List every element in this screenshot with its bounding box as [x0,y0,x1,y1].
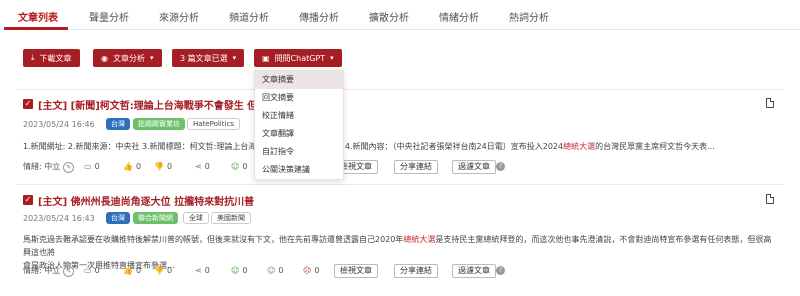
negative-count: 0 [314,266,320,275]
selected-label: 3 篇文章已選 [180,53,228,63]
comment-count: 0 [94,266,100,275]
menu-item-article-summary[interactable]: 文章摘要 [255,71,343,89]
neutral-count: 0 [278,266,284,275]
download-icon: ⤓ [31,53,35,62]
tab-hot-words-analysis[interactable]: 熱詞分析 [509,9,549,24]
menu-item-translate-article[interactable]: 文章翻譯 [255,125,343,143]
article-checkbox[interactable]: ✓ [23,99,33,109]
tag-subcategory: 美國新聞 [211,212,251,224]
comment-icon: ▭ [84,162,92,171]
like-count: 0 [135,162,142,171]
tag-category: 全球 [183,212,209,224]
article-stats-row: 情緒: 中立 ✎ ▭0 👍0 👎0 ⋖0 ☺0 ☺0 ☹0 檢視文章 分享連結 … [23,264,783,278]
chat-icon: ▣ [262,53,270,63]
like-icon: 👍 [123,162,133,171]
tag-board: HatePolitics [187,118,240,130]
view-article-button[interactable]: 檢視文章 [334,264,378,278]
edit-sentiment-icon[interactable]: ✎ [63,265,75,277]
dislike-icon: 👎 [154,162,164,171]
eye-icon: ◉ [101,53,108,63]
tab-diffusion-analysis[interactable]: 擴散分析 [369,9,409,24]
article-excerpt: 1.新聞網址: 2.新聞來源：中央社 3.新聞標題：柯文哲:理論上台海戰 爭 4.… [23,140,779,153]
document-icon[interactable] [766,98,774,108]
chatgpt-dropdown-menu: 文章摘要 回文摘要 校正情緒 文章翻譯 自訂指令 公關決策建議 [254,70,344,180]
tab-bar: 文章列表 聲量分析 來源分析 頻道分析 傳播分析 擴散分析 情緒分析 熱詞分析 [0,0,800,30]
share-icon: ⋖ [195,162,202,171]
positive-count: 0 [242,266,248,275]
sentiment-label: 情緒: 中立 [23,266,61,275]
share-link-button[interactable]: 分享連結 [394,160,438,174]
menu-item-custom-command[interactable]: 自訂指令 [255,143,343,161]
tab-article-list[interactable]: 文章列表 [18,9,58,24]
sentiment-label: 情緒: 中立 [23,162,61,171]
excerpt-part: 爭 4.新聞內容：（中央社記者張榮祥台南24日電）宣布投入2024 [334,142,564,151]
article-title[interactable]: [主文] 佛州州長迪尚角逐大位 拉攏特來對抗川普 [38,193,254,208]
selected-articles-button[interactable]: 3 篇文章已選 ▾ [172,49,245,67]
active-tab-indicator [4,27,68,30]
comment-icon: ▭ [84,266,92,275]
chevron-down-icon: ▾ [232,54,237,62]
positive-icon: ☺ [231,162,240,171]
article-date: 2023/05/24 16:43 [23,214,95,223]
filter-article-button[interactable]: 過濾文章 [452,160,496,174]
positive-count: 0 [242,162,248,171]
tab-sentiment-analysis[interactable]: 情緒分析 [439,9,479,24]
download-articles-button[interactable]: ⤓ 下載文章 [23,49,80,67]
divider [16,89,784,90]
chevron-down-icon: ▾ [149,54,154,62]
positive-icon: ☺ [231,266,240,275]
ask-chatgpt-button[interactable]: ▣ 問問ChatGPT ▾ [254,49,342,67]
negative-icon: ☹ [303,266,312,275]
chevron-down-icon: ▾ [330,54,334,62]
tag-region: 台灣 [106,212,130,224]
like-icon: 👍 [123,266,133,275]
tab-source-analysis[interactable]: 來源分析 [159,9,199,24]
article-date: 2023/05/24 16:46 [23,120,95,129]
tag-source: 批踢踢實業坊 [133,118,185,130]
tab-volume-analysis[interactable]: 聲量分析 [89,9,129,24]
tab-spread-analysis[interactable]: 傳播分析 [299,9,339,24]
excerpt-part: 的台灣民眾黨主席柯文哲今天表... [595,142,715,151]
divider [16,184,784,185]
help-icon[interactable]: ? [496,162,505,171]
excerpt-part: 馬斯克過去難承認要在收購推特後解禁川普的帳號，但後來就沒有下文，他在先前專訪還曾… [23,235,404,244]
menu-item-correct-sentiment[interactable]: 校正情緒 [255,107,343,125]
download-label: 下載文章 [39,53,72,63]
filter-article-button[interactable]: 過濾文章 [452,264,496,278]
article-checkbox[interactable]: ✓ [23,195,33,205]
tag-source: 聯合新聞網 [133,212,178,224]
help-icon[interactable]: ? [496,266,505,275]
like-count: 0 [135,266,142,275]
document-icon[interactable] [766,194,774,204]
tab-channel-analysis[interactable]: 頻道分析 [229,9,269,24]
dislike-count: 0 [166,266,173,275]
article-stats-row: 情緒: 中立 ✎ ▭0 👍0 👎0 ⋖0 ☺0 ☺0 ☹0 檢視文章 分享連結 … [23,160,783,174]
tag-region: 台灣 [106,118,130,130]
comment-count: 0 [94,162,100,171]
share-count: 0 [204,162,210,171]
dislike-count: 0 [166,162,173,171]
excerpt-highlight: 總統大選 [563,142,596,151]
neutral-icon: ☺ [267,266,276,275]
excerpt-part: 1.新聞網址: 2.新聞來源：中央社 3.新聞標題：柯文哲:理論上台海戰 [23,142,265,151]
article-analysis-button[interactable]: ◉ 文章分析 ▾ [93,49,162,67]
share-icon: ⋖ [195,266,202,275]
share-count: 0 [204,266,210,275]
article-title[interactable]: [主文] [新聞]柯文哲:理論上台海戰爭不會發生 但要滿通 [38,97,287,112]
menu-item-pr-advice[interactable]: 公關決策建議 [255,161,343,179]
excerpt-highlight: 總統大選 [403,235,436,244]
menu-item-reply-summary[interactable]: 回文摘要 [255,89,343,107]
share-link-button[interactable]: 分享連結 [394,264,438,278]
dislike-icon: 👎 [154,266,164,275]
edit-sentiment-icon[interactable]: ✎ [63,161,75,173]
chatgpt-label: 問問ChatGPT [274,53,326,63]
analysis-label: 文章分析 [112,53,145,63]
